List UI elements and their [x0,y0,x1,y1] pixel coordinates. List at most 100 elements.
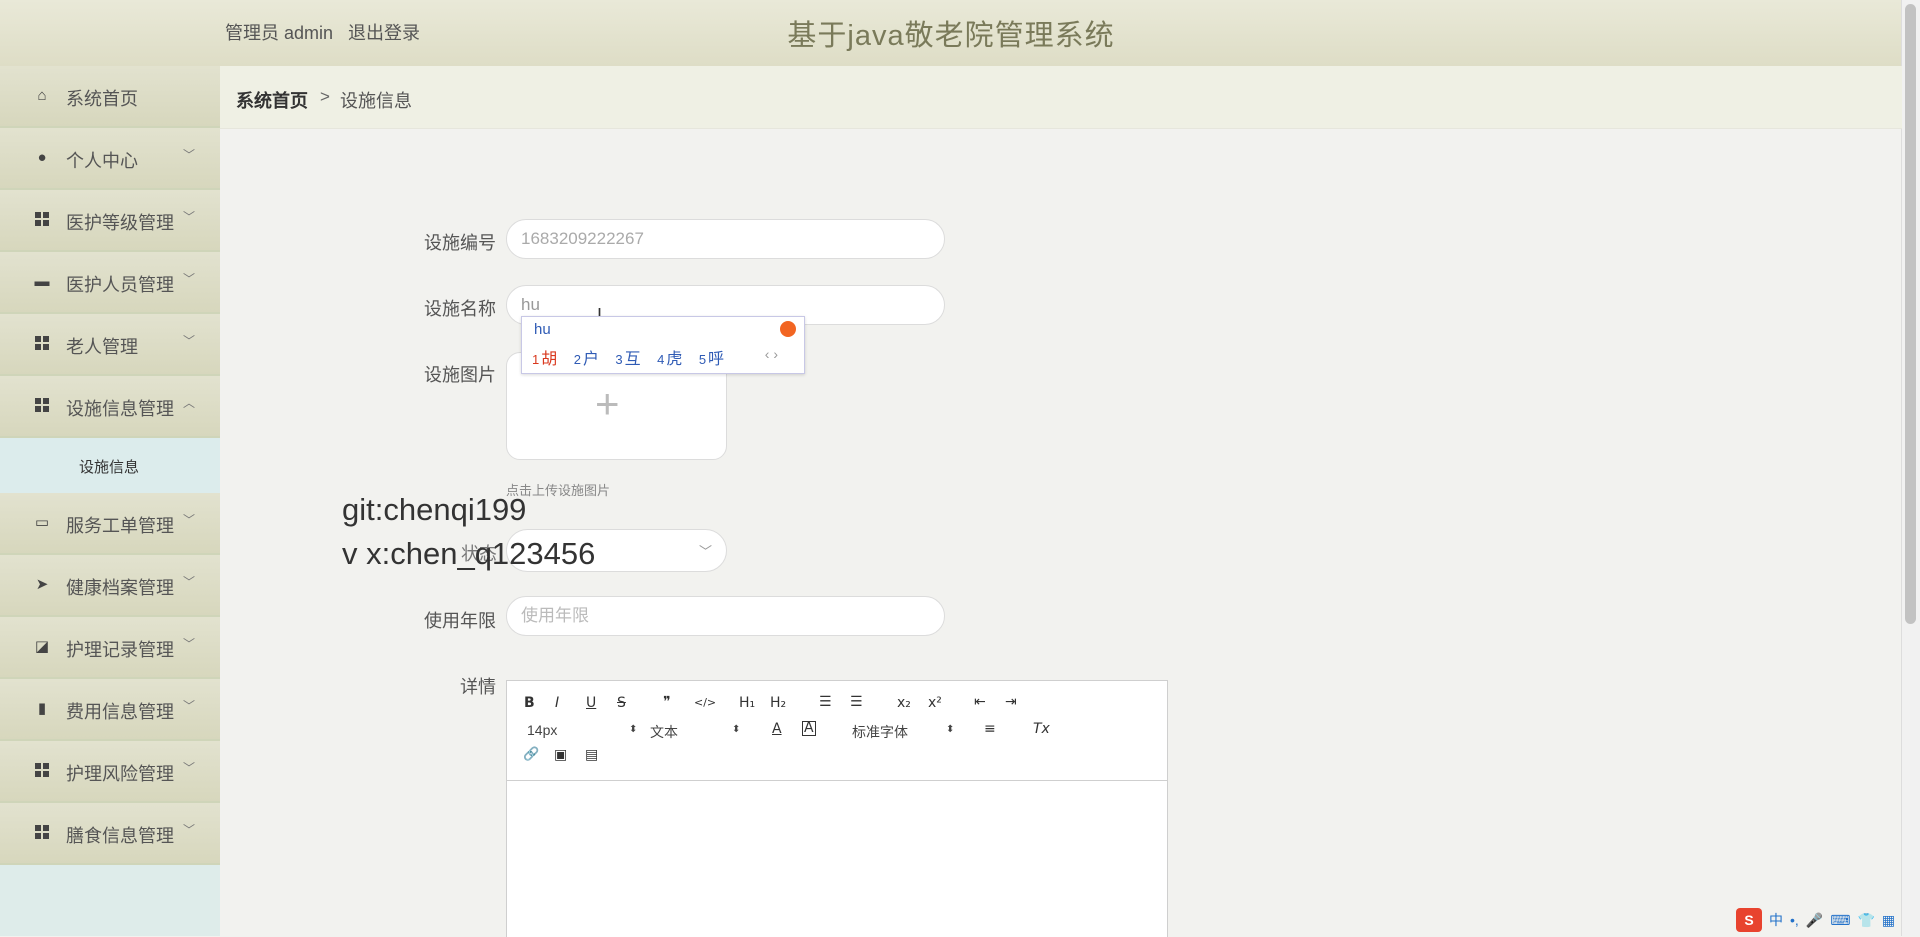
top-header: 管理员 admin 退出登录 基于java敬老院管理系统 [0,0,1902,67]
sidebar-item-care-staff[interactable]: ▬ 医护人员管理 ﹀ [0,252,220,314]
sidebar-item-label: 费用信息管理 [66,702,174,722]
select-caret-icon: ⬍ [629,724,638,735]
ime-page-nav[interactable]: ‹ › [765,346,778,362]
ime-candidate[interactable]: 2户 [574,351,599,368]
skin-icon[interactable]: 👕 [1857,912,1874,929]
usage-years-label: 使用年限 [424,611,496,631]
select-caret-icon: ⬍ [732,724,741,735]
grid-icon [34,212,50,228]
ime-candidate[interactable]: 4虎 [657,351,682,368]
sidebar-item-service-order[interactable]: ▭ 服务工单管理 ﹀ [0,493,220,555]
plus-icon: + [595,380,620,427]
sidebar-item-label: 个人中心 [66,151,138,171]
sidebar-item-label: 医护等级管理 [66,213,174,233]
header-type-select[interactable]: 文本 ⬍ [650,722,740,742]
sidebar-item-fee-info[interactable]: ▮ 费用信息管理 ﹀ [0,679,220,741]
home-icon: ⌂ [37,87,47,104]
chevron-down-icon: ﹀ [183,148,196,162]
sidebar-item-elderly[interactable]: 老人管理 ﹀ [0,314,220,376]
align-button[interactable]: ≡ [984,721,996,737]
sidebar-item-label: 医护人员管理 [66,275,174,295]
outdent-button[interactable]: ⇤ [974,694,986,710]
sidebar-item-label: 服务工单管理 [66,516,174,536]
sidebar-item-home[interactable]: ⌂ 系统首页 [0,66,220,128]
sidebar-item-nursing-record[interactable]: ◪ 护理记录管理 ﹀ [0,617,220,679]
background-color-button[interactable]: A [802,721,816,736]
sidebar-item-label: 膳食信息管理 [66,826,174,846]
breadcrumb-separator: > [320,87,330,106]
sidebar: ⌂ 系统首页 ● 个人中心 ﹀ 医护等级管理 ﹀ ▬ 医护人员管理 ﹀ 老人管理… [0,66,220,936]
font-color-button[interactable]: A [772,721,782,737]
sidebar-item-meal-info[interactable]: 膳食信息管理 ﹀ [0,803,220,865]
ime-candidate-num: 1 [532,352,540,367]
sidebar-item-facility[interactable]: 设施信息管理 ︿ [0,376,220,438]
sogou-logo-icon[interactable]: S [1736,908,1762,932]
keyboard-icon[interactable]: ⌨ [1830,912,1850,929]
image-button[interactable]: ▣ [554,747,567,763]
chevron-down-icon: ﹀ [183,513,196,527]
facility-code-label: 设施编号 [424,233,496,253]
font-family-select[interactable]: 标准字体 ⬍ [852,722,962,742]
usage-years-input[interactable]: 使用年限 [506,596,945,636]
italic-button[interactable]: I [555,695,559,711]
chevron-down-icon: ﹀ [183,272,196,286]
breadcrumb: 系统首页 > 设施信息 [220,66,1902,129]
watermark-wx: v x:chen_q123456 [342,536,596,571]
sidebar-item-health-record[interactable]: ➤ 健康档案管理 ﹀ [0,555,220,617]
menu-grid-icon[interactable]: ▦ [1882,912,1895,929]
sidebar-subitem-facility-info[interactable]: 设施信息 [0,438,220,493]
facility-image-label: 设施图片 [424,365,496,385]
underline-button[interactable]: U [586,695,596,711]
link-button[interactable]: 🔗 [523,747,539,762]
subscript-button[interactable]: x₂ [897,695,911,711]
punctuation-toggle[interactable]: •, [1790,912,1799,928]
font-size-select[interactable]: 14px ⬍ [527,722,637,738]
blockquote-button[interactable]: ❞ [663,694,671,710]
language-toggle[interactable]: 中 [1769,910,1783,930]
facility-name-label: 设施名称 [424,299,496,319]
grid-icon [34,398,50,414]
chevron-down-icon: ﹀ [183,699,196,713]
chevron-down-icon: ﹀ [183,575,196,589]
ime-candidate-char: 虎 [666,351,683,368]
editor-toolbar: B I U S ❞ </> H₁ H₂ ☰ ☰ x₂ x² ⇤ ⇥ 14px ⬍… [507,681,1167,781]
bullet-list-button[interactable]: ☰ [850,694,863,710]
sidebar-item-label: 护理记录管理 [66,640,174,660]
grid-icon [34,825,50,841]
superscript-button[interactable]: x² [928,695,942,711]
facility-code-input[interactable]: 1683209222267 [506,219,945,259]
code-block-button[interactable]: </> [694,696,716,709]
sidebar-item-nursing-risk[interactable]: 护理风险管理 ﹀ [0,741,220,803]
sidebar-item-label: 设施信息管理 [66,399,174,419]
microphone-icon[interactable]: 🎤 [1806,912,1823,929]
ime-candidate-list: 1胡 2户 3互 4虎 5呼 [532,345,736,369]
heading2-button[interactable]: H₂ [770,695,786,711]
video-button[interactable]: ▤ [585,747,598,763]
breadcrumb-home-link[interactable]: 系统首页 [236,87,308,113]
app-title: 基于java敬老院管理系统 [787,20,1115,52]
ime-candidate[interactable]: 1胡 [532,351,557,368]
ime-composition-text: hu [534,321,551,338]
ime-candidate-popup: hu 1胡 2户 3互 4虎 5呼 ‹ › [521,316,805,374]
chart-icon: ◪ [34,638,50,655]
grid-icon [34,763,50,779]
ime-candidate-char: 户 [582,351,599,368]
ordered-list-button[interactable]: ☰ [819,694,832,710]
scrollbar-thumb[interactable] [1905,4,1916,624]
bold-button[interactable]: B [524,695,535,711]
ime-candidate-num: 3 [615,352,623,367]
ime-candidate[interactable]: 5呼 [699,351,724,368]
strike-button[interactable]: S [617,695,626,711]
heading1-button[interactable]: H₁ [739,695,755,711]
chevron-down-icon: ﹀ [183,823,196,837]
comment-icon: ▬ [34,273,50,290]
ime-toolbar: S 中 •, 🎤 ⌨ 👕 ▦ [1736,906,1895,934]
indent-button[interactable]: ⇥ [1005,694,1017,710]
ime-candidate[interactable]: 3互 [615,351,640,368]
sidebar-item-personal-center[interactable]: ● 个人中心 ﹀ [0,128,220,190]
sidebar-item-care-level[interactable]: 医护等级管理 ﹀ [0,190,220,252]
editor-content-area[interactable] [507,781,1167,937]
sidebar-item-label: 老人管理 [66,337,138,357]
clean-format-button[interactable]: Tx [1033,721,1050,737]
page-scrollbar[interactable] [1901,0,1920,936]
